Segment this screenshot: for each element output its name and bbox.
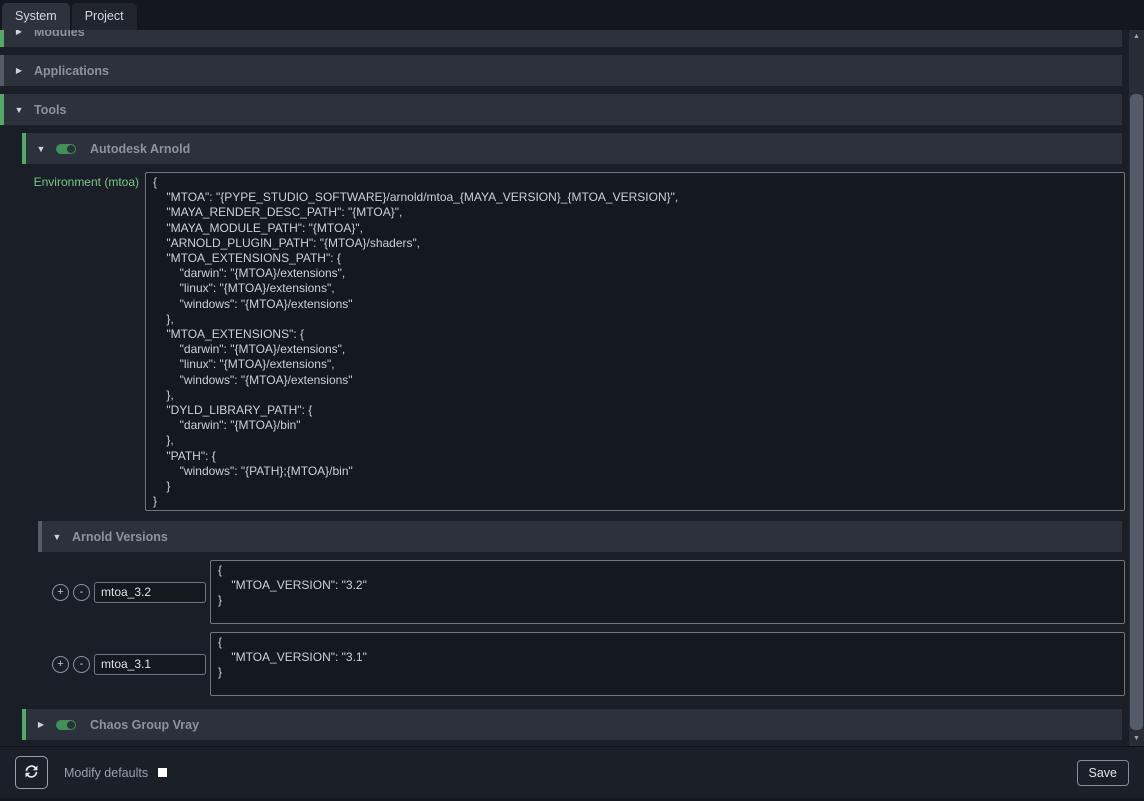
refresh-icon [23,763,40,783]
add-version-button[interactable]: + [52,656,69,673]
section-label: Arnold Versions [72,530,168,544]
environment-row: Environment (mtoa) { "MTOA": "{PYPE_STUD… [0,172,1125,511]
chevron-right-icon: ▶ [4,66,34,75]
section-label: Autodesk Arnold [90,142,190,156]
scroll-down-arrow-icon[interactable]: ▼ [1129,732,1144,746]
section-header-modules[interactable]: ▶ Modules [0,30,1122,47]
chevron-down-icon: ▼ [26,144,56,154]
refresh-button[interactable] [15,756,48,789]
modify-defaults-checkbox[interactable] [158,768,167,777]
version-row-controls: + - [52,654,210,675]
section-label: Applications [34,64,109,78]
version-key-input[interactable] [94,654,206,675]
remove-version-button[interactable]: - [73,584,90,601]
scrollbar-thumb[interactable] [1130,94,1143,730]
section-header-autodesk-arnold[interactable]: ▼ Autodesk Arnold [22,133,1122,164]
version-json-textarea[interactable]: { "MTOA_VERSION": "3.2" } [210,560,1125,624]
section-header-arnold-versions[interactable]: ▼ Arnold Versions [38,521,1122,552]
version-row-controls: + - [52,582,210,603]
version-row: + - { "MTOA_VERSION": "3.1" } [52,632,1125,696]
scroll-up-arrow-icon[interactable]: ▲ [1129,30,1144,44]
section-label: Chaos Group Vray [90,718,199,732]
chevron-right-icon: ▶ [4,30,34,36]
remove-version-button[interactable]: - [73,656,90,673]
version-row: + - { "MTOA_VERSION": "3.2" } [52,560,1125,624]
section-label: Modules [34,30,85,39]
toggle-knob-icon [67,721,75,729]
modify-defaults-label: Modify defaults [64,766,148,780]
version-key-input[interactable] [94,582,206,603]
save-button[interactable]: Save [1077,760,1130,786]
footer-bar: Modify defaults Save [0,746,1144,798]
vray-enabled-toggle[interactable] [56,720,76,730]
tab-bar: System Project [0,0,1144,30]
toggle-knob-icon [67,145,75,153]
arnold-enabled-toggle[interactable] [56,144,76,154]
tab-project[interactable]: Project [72,3,137,30]
chevron-down-icon: ▼ [42,532,72,542]
chevron-right-icon: ▶ [26,720,56,729]
add-version-button[interactable]: + [52,584,69,601]
chevron-down-icon: ▼ [4,105,34,115]
tab-system[interactable]: System [2,3,70,30]
settings-scroll-area: ▶ Modules ▶ Applications ▼ Tools ▼ Autod… [0,30,1129,746]
environment-json-textarea[interactable]: { "MTOA": "{PYPE_STUDIO_SOFTWARE}/arnold… [145,172,1125,511]
section-label: Tools [34,103,66,117]
version-json-textarea[interactable]: { "MTOA_VERSION": "3.1" } [210,632,1125,696]
environment-label: Environment (mtoa) [0,172,145,189]
section-header-applications[interactable]: ▶ Applications [0,55,1122,86]
section-header-chaos-group-vray[interactable]: ▶ Chaos Group Vray [22,709,1122,740]
vertical-scrollbar[interactable]: ▲ ▼ [1129,30,1144,746]
section-header-tools[interactable]: ▼ Tools [0,94,1122,125]
